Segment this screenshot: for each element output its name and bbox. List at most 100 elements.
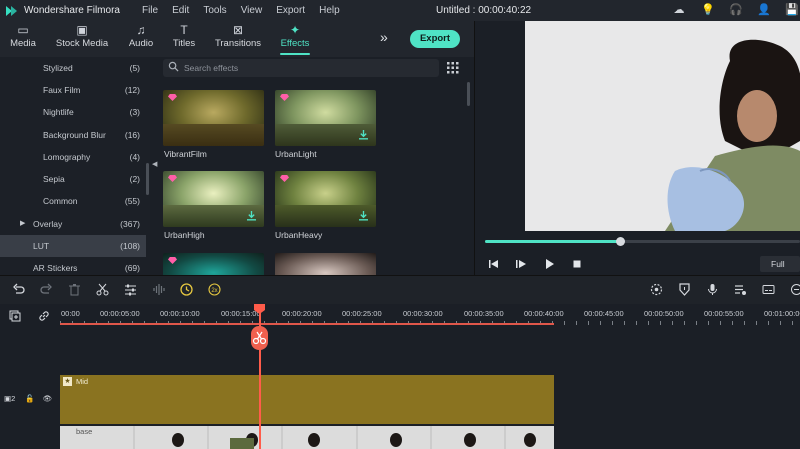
text-icon: T	[180, 23, 188, 37]
account-icon[interactable]: 👤	[757, 4, 771, 17]
playhead-scissors-marker[interactable]	[251, 326, 268, 350]
category-panel: Stylized (5) Faux Film (12) Nightlife (3) B…	[0, 57, 150, 275]
timeline-tick-label: 00:00:05:00	[100, 309, 140, 318]
category-item-lut[interactable]: LUT (108)	[0, 235, 146, 257]
expand-arrow-icon[interactable]: ▶	[20, 213, 25, 235]
subtitle-icon[interactable]	[762, 283, 775, 296]
search-input[interactable]	[184, 61, 424, 75]
more-tabs-chevron-icon[interactable]: »	[380, 29, 388, 45]
tab-media[interactable]: ▭ Media	[8, 21, 38, 57]
category-item[interactable]: Sepia (2)	[0, 168, 146, 190]
export-button[interactable]: Export	[410, 30, 460, 48]
timeline-tick-label: 00:00:20:00	[282, 309, 322, 318]
top-toolbar: ▭ Media ▣ Stock Media ♫ Audio T Titles ⊠…	[0, 21, 474, 57]
menu-help[interactable]: Help	[319, 5, 340, 16]
timeline-tick-mark	[648, 321, 649, 325]
grid-view-icon[interactable]	[447, 62, 459, 74]
cloud-icon[interactable]: ☁	[672, 4, 686, 17]
menu-view[interactable]: View	[241, 5, 263, 16]
tab-audio-label: Audio	[128, 38, 154, 49]
tab-transitions-label: Transitions	[214, 38, 262, 49]
eye-icon[interactable]: 👁	[43, 394, 53, 403]
play-icon[interactable]	[543, 258, 555, 270]
stop-icon[interactable]	[571, 258, 583, 270]
scissors-icon[interactable]	[96, 283, 109, 296]
svg-text:2x: 2x	[211, 288, 217, 294]
headset-icon[interactable]: 🎧	[729, 4, 743, 17]
effects-scrollbar[interactable]	[467, 82, 470, 106]
previous-frame-icon[interactable]	[488, 258, 500, 270]
menu-tools[interactable]: Tools	[203, 5, 226, 16]
timeline-tick-mark	[588, 321, 589, 325]
ai-portrait-icon[interactable]: 2x	[208, 283, 221, 296]
delete-icon[interactable]	[68, 283, 81, 296]
menu-file[interactable]: File	[142, 5, 158, 16]
timeline-tick-label: 00:00:45:00	[584, 309, 624, 318]
quality-select[interactable]: Full	[760, 256, 800, 272]
effect-thumbnail-urbanhigh[interactable]	[163, 171, 264, 227]
redo-icon[interactable]	[40, 283, 53, 296]
category-item[interactable]: Lomography (4)	[0, 146, 146, 168]
effect-label: VibrantFilm	[164, 149, 207, 159]
scissors-icon	[252, 331, 267, 345]
marker-shield-icon[interactable]	[678, 283, 691, 296]
timeline-tick-mark	[660, 321, 661, 325]
download-icon[interactable]	[359, 211, 368, 221]
timeline-tick-mark	[564, 321, 565, 325]
category-item[interactable]: Nightlife (3)	[0, 101, 146, 123]
timeline-tick-mark	[792, 321, 793, 325]
tab-titles[interactable]: T Titles	[170, 21, 198, 57]
speed-icon[interactable]	[180, 283, 193, 296]
zoom-out-icon[interactable]	[790, 283, 800, 296]
category-item[interactable]: AR Stickers (69)	[0, 257, 146, 275]
collapse-panel-arrow-icon[interactable]: ◀	[152, 160, 157, 168]
category-scrollbar[interactable]	[146, 163, 149, 195]
add-track-icon[interactable]	[9, 310, 21, 322]
category-item[interactable]: Common (55)	[0, 190, 146, 212]
play-frame-icon[interactable]	[515, 258, 527, 270]
tab-effects[interactable]: ✦ Effects	[276, 21, 314, 57]
effect-thumbnail[interactable]	[275, 253, 376, 275]
timeline-tick-mark	[732, 321, 733, 325]
effect-thumbnail-urbanlight[interactable]	[275, 90, 376, 146]
tab-audio[interactable]: ♫ Audio	[126, 21, 156, 57]
category-item[interactable]: Background Blur (16)	[0, 124, 146, 146]
track-number: 2	[11, 394, 16, 403]
effect-thumbnail[interactable]	[163, 253, 264, 275]
premium-gem-icon	[280, 94, 289, 101]
save-icon[interactable]: 💾	[785, 4, 799, 17]
tab-titles-label: Titles	[172, 38, 196, 49]
timeline-tick-label: 00:00:35:00	[464, 309, 504, 318]
tab-transitions[interactable]: ⊠ Transitions	[213, 21, 263, 57]
clip-label-mid: Mid	[76, 377, 89, 386]
track-clip-base[interactable]	[60, 426, 554, 449]
download-icon[interactable]	[247, 211, 256, 221]
render-icon[interactable]	[650, 283, 663, 296]
premium-gem-icon	[280, 175, 289, 182]
category-item[interactable]: Faux Film (12)	[0, 79, 146, 101]
menu-export[interactable]: Export	[276, 5, 305, 16]
link-icon[interactable]	[38, 310, 50, 322]
undo-icon[interactable]	[12, 283, 25, 296]
effect-thumbnail-vibrantfilm[interactable]	[163, 90, 264, 146]
adjust-icon[interactable]	[124, 283, 137, 296]
premium-gem-icon	[168, 257, 177, 264]
category-item[interactable]: Stylized (5)	[0, 57, 146, 79]
category-item-overlay[interactable]: ▶ Overlay (367)	[0, 213, 146, 235]
audio-waveform-icon[interactable]	[152, 283, 165, 296]
microphone-icon[interactable]	[706, 283, 719, 296]
timeline-work-range	[60, 323, 554, 325]
menu-edit[interactable]: Edit	[172, 5, 189, 16]
download-icon[interactable]	[359, 130, 368, 140]
video-preview[interactable]	[525, 21, 800, 231]
track-clip-mid[interactable]	[60, 375, 554, 424]
effect-thumbnail-urbanheavy[interactable]	[275, 171, 376, 227]
lock-icon[interactable]: 🔓	[25, 394, 34, 403]
tab-effects-label: Effects	[280, 38, 310, 49]
timeline-tick-label: 00:00:55:00	[704, 309, 744, 318]
tab-stock-media[interactable]: ▣ Stock Media	[55, 21, 109, 57]
voiceover-list-icon[interactable]	[734, 283, 747, 296]
lightbulb-icon[interactable]: 💡	[701, 4, 715, 17]
clip-label-base: base	[76, 427, 93, 436]
effects-icon: ✦	[289, 23, 301, 37]
